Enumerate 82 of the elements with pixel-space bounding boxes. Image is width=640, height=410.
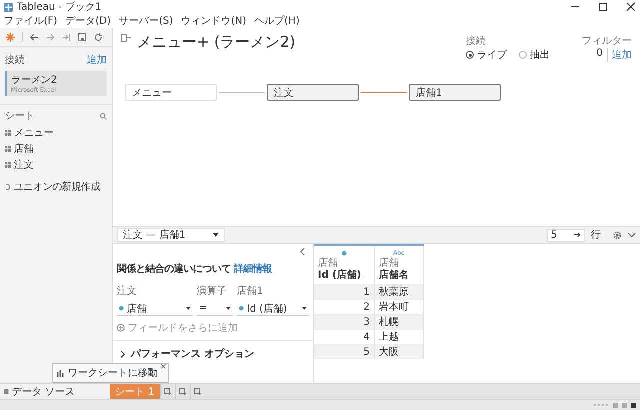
table-node[interactable]: 注文: [267, 84, 359, 101]
menu-item[interactable]: ファイル(F): [4, 14, 58, 28]
close-button[interactable]: ×: [160, 362, 167, 371]
plus-circle-icon: [117, 324, 125, 332]
radio-option[interactable]: ライブ: [466, 48, 507, 62]
menu-item[interactable]: ヘルプ(H): [254, 14, 300, 28]
column-source: 店舗: [318, 258, 339, 269]
refresh-icon[interactable]: [94, 32, 103, 42]
caret-icon: [302, 307, 307, 310]
save-icon[interactable]: [78, 32, 87, 42]
add-link[interactable]: 追加: [87, 53, 107, 67]
table-node[interactable]: メニュー: [125, 84, 217, 101]
radio-button[interactable]: [519, 51, 527, 59]
table-cell: 1: [364, 286, 370, 298]
table-cell: 上越: [379, 332, 399, 343]
caret-icon: [186, 307, 191, 310]
table-icon: [5, 130, 11, 136]
rows-field[interactable]: 5: [547, 228, 585, 242]
collapse-icon[interactable]: [300, 248, 305, 256]
operator-dropdown[interactable]: =: [197, 302, 233, 316]
column-label: 店舗1: [237, 284, 264, 298]
rows-label: 行: [591, 229, 601, 242]
menu-item[interactable]: ウィンドウ(N): [181, 14, 247, 28]
union-icon: [5, 184, 11, 190]
table-cell: 岩本町: [379, 302, 409, 313]
menu-item[interactable]: サーバー(S): [119, 14, 174, 28]
sheet-item[interactable]: 注文: [0, 157, 112, 173]
table-cell: 3: [364, 316, 370, 328]
chevron-right-icon: [121, 350, 125, 358]
join-dropdown[interactable]: 注文 — 店舗1: [117, 228, 225, 242]
logo-icon[interactable]: [6, 32, 15, 42]
table-cell: 5: [364, 346, 370, 358]
field-dropdown[interactable]: 店舗: [117, 302, 193, 316]
pager-icon[interactable]: [593, 403, 609, 407]
radio-option[interactable]: 抽出: [519, 48, 550, 62]
column-label: 演算子: [197, 284, 228, 298]
close-icon[interactable]: [626, 2, 636, 12]
window-title: Tableau - ブック1: [17, 0, 102, 14]
forward-arrow-icon[interactable]: [46, 32, 55, 42]
section-label: シート: [5, 110, 35, 123]
add-filter-link[interactable]: 追加: [612, 48, 632, 62]
number-field-icon: [119, 306, 124, 311]
table-cell: 札幌: [379, 317, 399, 328]
table-node[interactable]: 店舗1: [409, 84, 501, 101]
number-field-icon: [239, 306, 244, 311]
filter-count: 0: [596, 48, 608, 62]
table-cell: 4: [364, 332, 370, 342]
connection-label: 接続: [466, 34, 487, 48]
number-field-icon: [342, 250, 346, 256]
sheet-item[interactable]: メニュー: [0, 125, 112, 141]
arrow-icon: [574, 232, 581, 238]
tooltip-text: ワークシートに移動: [68, 367, 158, 380]
radio-button[interactable]: [466, 51, 474, 59]
column-source: 店舗: [379, 258, 400, 269]
chevron-down-icon[interactable]: [628, 232, 636, 238]
sheet-item[interactable]: 店舗: [0, 141, 112, 157]
table-cell: 大阪: [379, 347, 399, 358]
performance-options-toggle[interactable]: パフォーマンス オプション: [117, 347, 254, 361]
bar-chart-icon: [57, 370, 65, 376]
column-header[interactable]: Id (店舗): [318, 269, 370, 282]
table-cell: 2: [364, 302, 370, 312]
caret-icon: [226, 307, 231, 310]
table-icon: [5, 162, 11, 168]
table-cell: 秋葉原: [379, 287, 409, 298]
filters-label: フィルター: [582, 35, 632, 48]
gear-icon[interactable]: [613, 230, 622, 240]
back-arrow-icon[interactable]: [30, 32, 39, 42]
info-text: 関係と結合の違いについて 詳細情報: [117, 262, 274, 276]
field-dropdown[interactable]: Id (店舗): [237, 302, 309, 316]
new-union-item[interactable]: ユニオンの新規作成: [0, 179, 112, 195]
data-source-title: メニュー+ (ラーメン2): [137, 34, 296, 50]
table-icon: [5, 146, 11, 152]
section-label: 接続: [5, 54, 25, 67]
data-source-tab[interactable]: データ ソース: [0, 384, 110, 399]
column-label: 注文: [117, 284, 138, 298]
maximize-icon[interactable]: [598, 2, 608, 12]
column-header[interactable]: 店舗名: [379, 269, 419, 282]
search-icon[interactable]: [100, 112, 107, 120]
details-link[interactable]: 詳細情報: [234, 264, 272, 275]
caret-icon: [213, 233, 219, 237]
menu-item[interactable]: データ(D): [66, 14, 112, 28]
app-icon: [4, 2, 13, 12]
